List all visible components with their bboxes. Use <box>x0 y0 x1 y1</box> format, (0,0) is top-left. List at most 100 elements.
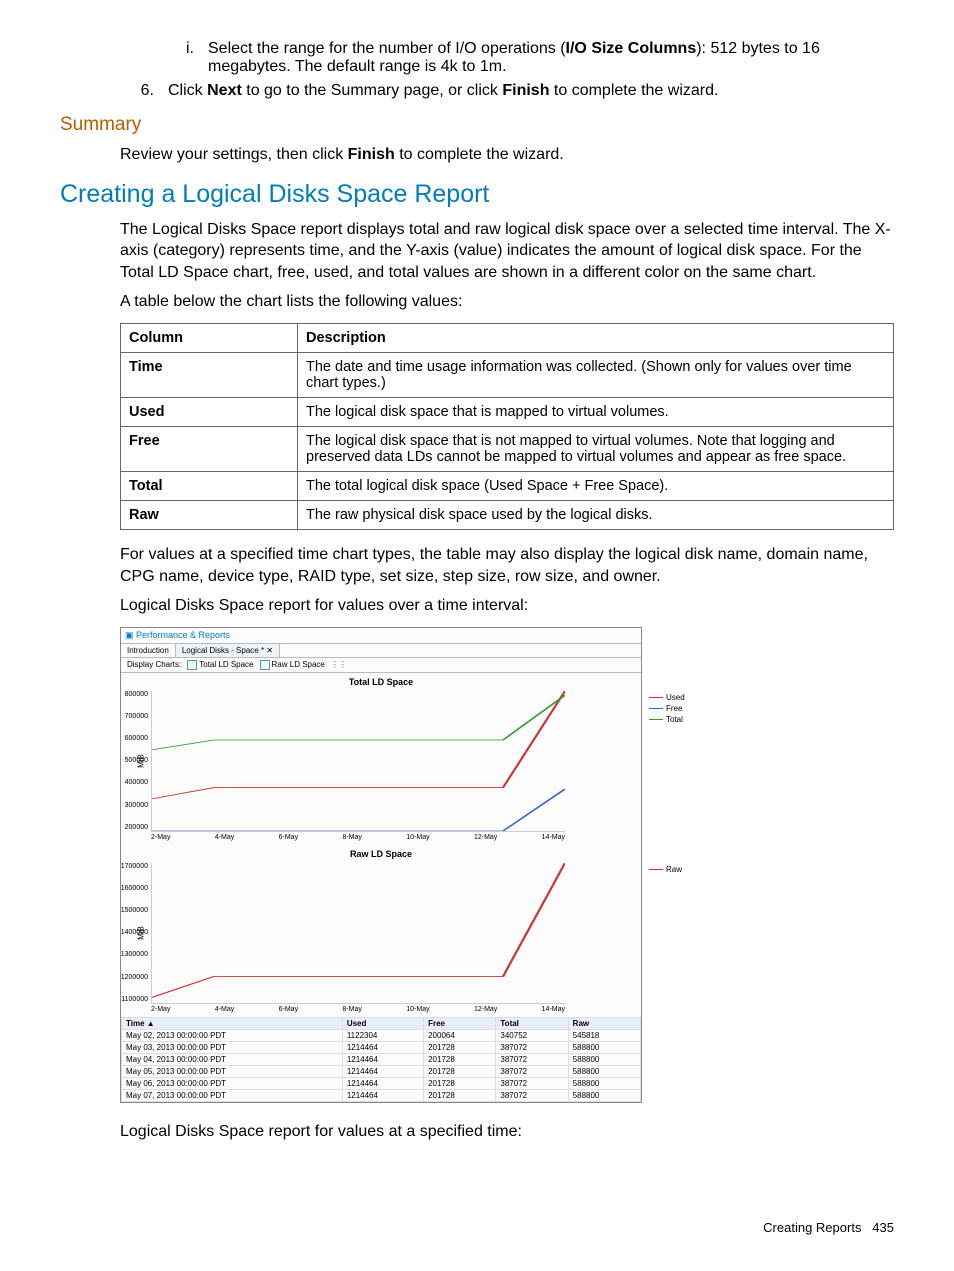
series-total <box>152 695 565 750</box>
y-axis-label: MiB <box>136 926 145 940</box>
header-label: Time <box>126 1019 145 1028</box>
table-cell: 387072 <box>496 1053 568 1065</box>
table-row: TimeThe date and time usage information … <box>121 352 894 397</box>
table-cell: 1214464 <box>342 1077 423 1089</box>
checkbox-label: Total LD Space <box>199 660 253 669</box>
table-cell: Time <box>121 352 298 397</box>
text: to complete the wizard. <box>549 82 718 99</box>
table-row: RawThe raw physical disk space used by t… <box>121 500 894 529</box>
table-cell: The logical disk space that is mapped to… <box>298 397 894 426</box>
window-title-text: Performance & Reports <box>136 630 230 640</box>
table-cell: The date and time usage information was … <box>298 352 894 397</box>
text: Select the range for the number of I/O o… <box>208 40 566 57</box>
table-header: Column <box>121 323 298 352</box>
table-cell: 588800 <box>568 1065 640 1077</box>
table-header[interactable]: Used <box>342 1017 423 1029</box>
table-cell: Raw <box>121 500 298 529</box>
page-number: 435 <box>872 1220 894 1235</box>
table-row: May 02, 2013 00:00:00 PDT112230420006434… <box>122 1029 641 1041</box>
table-cell: 588800 <box>568 1041 640 1053</box>
table-header[interactable]: Total <box>496 1017 568 1029</box>
table-row: TotalThe total logical disk space (Used … <box>121 471 894 500</box>
table-header[interactable]: Raw <box>568 1017 640 1029</box>
legend-label: Free <box>666 704 682 713</box>
page-footer: Creating Reports 435 <box>0 1190 954 1255</box>
legend-swatch <box>649 719 663 720</box>
table-cell: May 02, 2013 00:00:00 PDT <box>122 1029 343 1041</box>
tab-introduction[interactable]: Introduction <box>121 644 176 657</box>
table-cell: 201728 <box>424 1077 496 1089</box>
checkbox-icon <box>187 660 197 670</box>
table-cell: May 05, 2013 00:00:00 PDT <box>122 1065 343 1077</box>
table-cell: 387072 <box>496 1089 568 1101</box>
chart-plot <box>152 863 565 1003</box>
checkbox-raw-ld[interactable]: Raw LD Space <box>260 660 325 670</box>
settings-icon[interactable]: ⋮⋮ <box>331 660 347 669</box>
list-marker: 6. <box>120 82 168 100</box>
window-title: ▣ Performance & Reports <box>121 628 641 644</box>
checkbox-label: Raw LD Space <box>272 660 325 669</box>
table-cell: The total logical disk space (Used Space… <box>298 471 894 500</box>
sub-step-i: i. Select the range for the number of I/… <box>160 40 894 76</box>
summary-paragraph: Review your settings, then click Finish … <box>120 144 894 166</box>
table-cell: 1214464 <box>342 1041 423 1053</box>
legend-label: Total <box>666 715 683 724</box>
table-row: UsedThe logical disk space that is mappe… <box>121 397 894 426</box>
paragraph: For values at a specified time chart typ… <box>120 544 894 587</box>
checkbox-icon <box>260 660 270 670</box>
x-axis-ticks: 2-May4-May6-May8-May10-May12-May14-May <box>151 834 565 841</box>
report-screenshot: ▣ Performance & Reports Introduction Log… <box>120 627 642 1103</box>
table-cell: 201728 <box>424 1041 496 1053</box>
table-cell: 387072 <box>496 1041 568 1053</box>
raw-ld-chart: 1100000120000013000001400000150000016000… <box>121 863 641 1013</box>
bold-term: Finish <box>502 82 549 99</box>
table-row: May 07, 2013 00:00:00 PDT121446420172838… <box>122 1089 641 1101</box>
table-cell: 588800 <box>568 1089 640 1101</box>
table-row: May 06, 2013 00:00:00 PDT121446420172838… <box>122 1077 641 1089</box>
text: Click <box>168 82 207 99</box>
paragraph: A table below the chart lists the follow… <box>120 291 894 313</box>
legend-label: Raw <box>666 865 682 874</box>
y-axis-label: MiB <box>136 754 145 768</box>
table-cell: 545818 <box>568 1029 640 1041</box>
sort-icon: ▲ <box>147 1019 155 1028</box>
table-row: May 03, 2013 00:00:00 PDT121446420172838… <box>122 1041 641 1053</box>
table-cell: May 07, 2013 00:00:00 PDT <box>122 1089 343 1101</box>
list-marker: i. <box>160 40 208 76</box>
chart-legend: Used Free Total <box>649 693 705 726</box>
table-cell: The logical disk space that is not mappe… <box>298 426 894 471</box>
table-cell: 201728 <box>424 1065 496 1077</box>
legend-swatch <box>649 697 663 698</box>
series-raw <box>152 863 565 997</box>
table-cell: May 03, 2013 00:00:00 PDT <box>122 1041 343 1053</box>
table-row: FreeThe logical disk space that is not m… <box>121 426 894 471</box>
table-header[interactable]: Free <box>424 1017 496 1029</box>
tab-bar: Introduction Logical Disks - Space * ✕ <box>121 644 641 658</box>
paragraph: Logical Disks Space report for values ov… <box>120 595 894 617</box>
table-cell: 588800 <box>568 1053 640 1065</box>
table-cell: Free <box>121 426 298 471</box>
bold-term: I/O Size Columns <box>566 40 697 57</box>
table-cell: The raw physical disk space used by the … <box>298 500 894 529</box>
text: Review your settings, then click <box>120 146 348 163</box>
tab-logical-disks-space[interactable]: Logical Disks - Space * ✕ <box>176 644 280 657</box>
table-cell: 387072 <box>496 1065 568 1077</box>
table-cell: May 04, 2013 00:00:00 PDT <box>122 1053 343 1065</box>
legend-label: Used <box>666 693 685 702</box>
close-icon[interactable]: ✕ <box>266 646 273 655</box>
table-cell: 1122304 <box>342 1029 423 1041</box>
step-6: 6. Click Next to go to the Summary page,… <box>120 82 894 100</box>
chart-plot <box>152 691 565 831</box>
table-cell: 387072 <box>496 1077 568 1089</box>
description-table: Column Description TimeThe date and time… <box>120 323 894 530</box>
table-cell: 588800 <box>568 1077 640 1089</box>
toolbar-label: Display Charts: <box>127 660 181 669</box>
table-cell: 201728 <box>424 1053 496 1065</box>
chart-title: Total LD Space <box>121 673 641 687</box>
table-header[interactable]: Time ▲ <box>122 1017 343 1029</box>
summary-heading: Summary <box>60 114 894 136</box>
footer-label: Creating Reports <box>763 1220 861 1235</box>
checkbox-total-ld[interactable]: Total LD Space <box>187 660 253 670</box>
table-row: Column Description <box>121 323 894 352</box>
bold-term: Next <box>207 82 242 99</box>
